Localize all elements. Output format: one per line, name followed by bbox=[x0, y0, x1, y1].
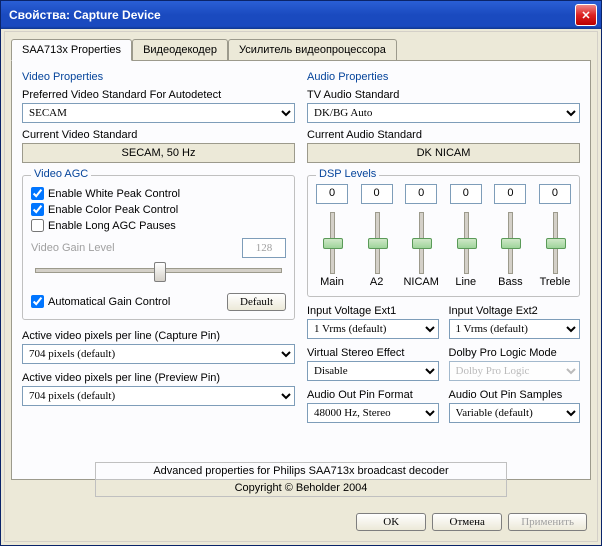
ok-button[interactable]: OK bbox=[356, 513, 426, 531]
current-audio-standard-value: DK NICAM bbox=[307, 143, 580, 163]
audio-out-samples-label: Audio Out Pin Samples bbox=[449, 389, 581, 401]
dsp-treble-label: Treble bbox=[540, 276, 571, 288]
long-agc-pauses-input[interactable] bbox=[31, 219, 44, 232]
dsp-line-label: Line bbox=[455, 276, 476, 288]
cancel-button[interactable]: Отмена bbox=[432, 513, 502, 531]
audio-out-format-label: Audio Out Pin Format bbox=[307, 389, 439, 401]
current-video-standard-value: SECAM, 50 Hz bbox=[22, 143, 295, 163]
video-gain-label: Video Gain Level bbox=[31, 242, 242, 254]
audio-out-samples-select[interactable]: Variable (default) bbox=[449, 403, 581, 423]
dsp-sliders-row: 0 Main 0 A2 0 NICAM 0 Line 0 Bass 0 Treble bbox=[316, 184, 571, 288]
virtual-stereo-select[interactable]: Disable bbox=[307, 361, 439, 381]
white-peak-input[interactable] bbox=[31, 187, 44, 200]
dialog-button-bar: OK Отмена Применить bbox=[356, 513, 587, 531]
dsp-treble-slider[interactable] bbox=[544, 210, 566, 274]
dsp-a2: 0 A2 bbox=[361, 184, 393, 288]
input-voltage-ext2-label: Input Voltage Ext2 bbox=[449, 305, 581, 317]
audio-properties-title: Audio Properties bbox=[307, 71, 580, 83]
dolby-label: Dolby Pro Logic Mode bbox=[449, 347, 581, 359]
properties-dialog: Свойства: Capture Device ✕ SAA713x Prope… bbox=[0, 0, 602, 546]
agc-default-button[interactable]: Default bbox=[227, 293, 286, 311]
auto-gain-checkbox[interactable]: Automatical Gain Control bbox=[31, 295, 227, 308]
footer-line1: Advanced properties for Philips SAA713x … bbox=[95, 462, 507, 480]
tab-saa713x[interactable]: SAA713x Properties bbox=[11, 39, 132, 61]
tab-videoproc-amp[interactable]: Усилитель видеопроцессора bbox=[228, 39, 397, 61]
audio-out-format-select[interactable]: 48000 Hz, Stereo bbox=[307, 403, 439, 423]
input-voltage-ext1-select[interactable]: 1 Vrms (default) bbox=[307, 319, 439, 339]
dsp-bass-value: 0 bbox=[494, 184, 526, 204]
white-peak-checkbox[interactable]: Enable White Peak Control bbox=[31, 187, 286, 200]
tv-audio-standard-label: TV Audio Standard bbox=[307, 89, 580, 101]
dsp-a2-value: 0 bbox=[361, 184, 393, 204]
dsp-line-value: 0 bbox=[450, 184, 482, 204]
window-title: Свойства: Capture Device bbox=[9, 8, 575, 22]
color-peak-input[interactable] bbox=[31, 203, 44, 216]
capture-pin-select[interactable]: 704 pixels (default) bbox=[22, 344, 295, 364]
tv-audio-standard-select[interactable]: DK/BG Auto bbox=[307, 103, 580, 123]
dsp-bass-label: Bass bbox=[498, 276, 522, 288]
auto-gain-input[interactable] bbox=[31, 295, 44, 308]
virtual-stereo-label: Virtual Stereo Effect bbox=[307, 347, 439, 359]
dsp-nicam-value: 0 bbox=[405, 184, 437, 204]
input-voltage-ext2-select[interactable]: 1 Vrms (default) bbox=[449, 319, 581, 339]
dsp-a2-label: A2 bbox=[370, 276, 383, 288]
dsp-main-label: Main bbox=[320, 276, 344, 288]
footer-line2: Copyright © Beholder 2004 bbox=[95, 480, 507, 497]
titlebar[interactable]: Свойства: Capture Device ✕ bbox=[1, 1, 601, 29]
dsp-line: 0 Line bbox=[450, 184, 482, 288]
preview-pin-select[interactable]: 704 pixels (default) bbox=[22, 386, 295, 406]
current-audio-standard-label: Current Audio Standard bbox=[307, 129, 580, 141]
dsp-a2-slider[interactable] bbox=[366, 210, 388, 274]
video-gain-slider[interactable] bbox=[31, 258, 286, 282]
audio-properties-column: Audio Properties TV Audio Standard DK/BG… bbox=[307, 71, 580, 469]
dsp-levels-legend: DSP Levels bbox=[316, 168, 379, 180]
dsp-main: 0 Main bbox=[316, 184, 348, 288]
dsp-bass-slider[interactable] bbox=[499, 210, 521, 274]
video-properties-column: Video Properties Preferred Video Standar… bbox=[22, 71, 295, 469]
dsp-treble: 0 Treble bbox=[539, 184, 571, 288]
tabstrip: SAA713x Properties Видеодекодер Усилител… bbox=[5, 32, 597, 60]
apply-button[interactable]: Применить bbox=[508, 513, 587, 531]
input-voltage-ext1-label: Input Voltage Ext1 bbox=[307, 305, 439, 317]
preferred-video-standard-label: Preferred Video Standard For Autodetect bbox=[22, 89, 295, 101]
video-agc-legend: Video AGC bbox=[31, 168, 91, 180]
slider-thumb[interactable] bbox=[154, 262, 166, 282]
dsp-main-slider[interactable] bbox=[321, 210, 343, 274]
client-area: SAA713x Properties Видеодекодер Усилител… bbox=[4, 31, 598, 542]
current-video-standard-label: Current Video Standard bbox=[22, 129, 295, 141]
footer-info: Advanced properties for Philips SAA713x … bbox=[5, 462, 597, 497]
tab-videodecoder[interactable]: Видеодекодер bbox=[132, 39, 228, 61]
dsp-main-value: 0 bbox=[316, 184, 348, 204]
dsp-nicam-label: NICAM bbox=[403, 276, 438, 288]
preview-pin-label: Active video pixels per line (Preview Pi… bbox=[22, 372, 295, 384]
dsp-levels-group: DSP Levels 0Main0A20NICAM0Line0Bass0Treb… bbox=[307, 175, 580, 297]
dsp-nicam-slider[interactable] bbox=[410, 210, 432, 274]
dolby-select: Dolby Pro Logic bbox=[449, 361, 581, 381]
video-agc-group: Video AGC Enable White Peak Control Enab… bbox=[22, 175, 295, 320]
dsp-bass: 0 Bass bbox=[494, 184, 526, 288]
dsp-nicam: 0 NICAM bbox=[405, 184, 437, 288]
long-agc-pauses-checkbox[interactable]: Enable Long AGC Pauses bbox=[31, 219, 286, 232]
video-properties-title: Video Properties bbox=[22, 71, 295, 83]
tab-panel: Video Properties Preferred Video Standar… bbox=[11, 60, 591, 480]
close-icon[interactable]: ✕ bbox=[575, 4, 597, 26]
dsp-line-slider[interactable] bbox=[455, 210, 477, 274]
preferred-video-standard-select[interactable]: SECAM bbox=[22, 103, 295, 123]
capture-pin-label: Active video pixels per line (Capture Pi… bbox=[22, 330, 295, 342]
dsp-treble-value: 0 bbox=[539, 184, 571, 204]
color-peak-checkbox[interactable]: Enable Color Peak Control bbox=[31, 203, 286, 216]
video-gain-value bbox=[242, 238, 286, 258]
